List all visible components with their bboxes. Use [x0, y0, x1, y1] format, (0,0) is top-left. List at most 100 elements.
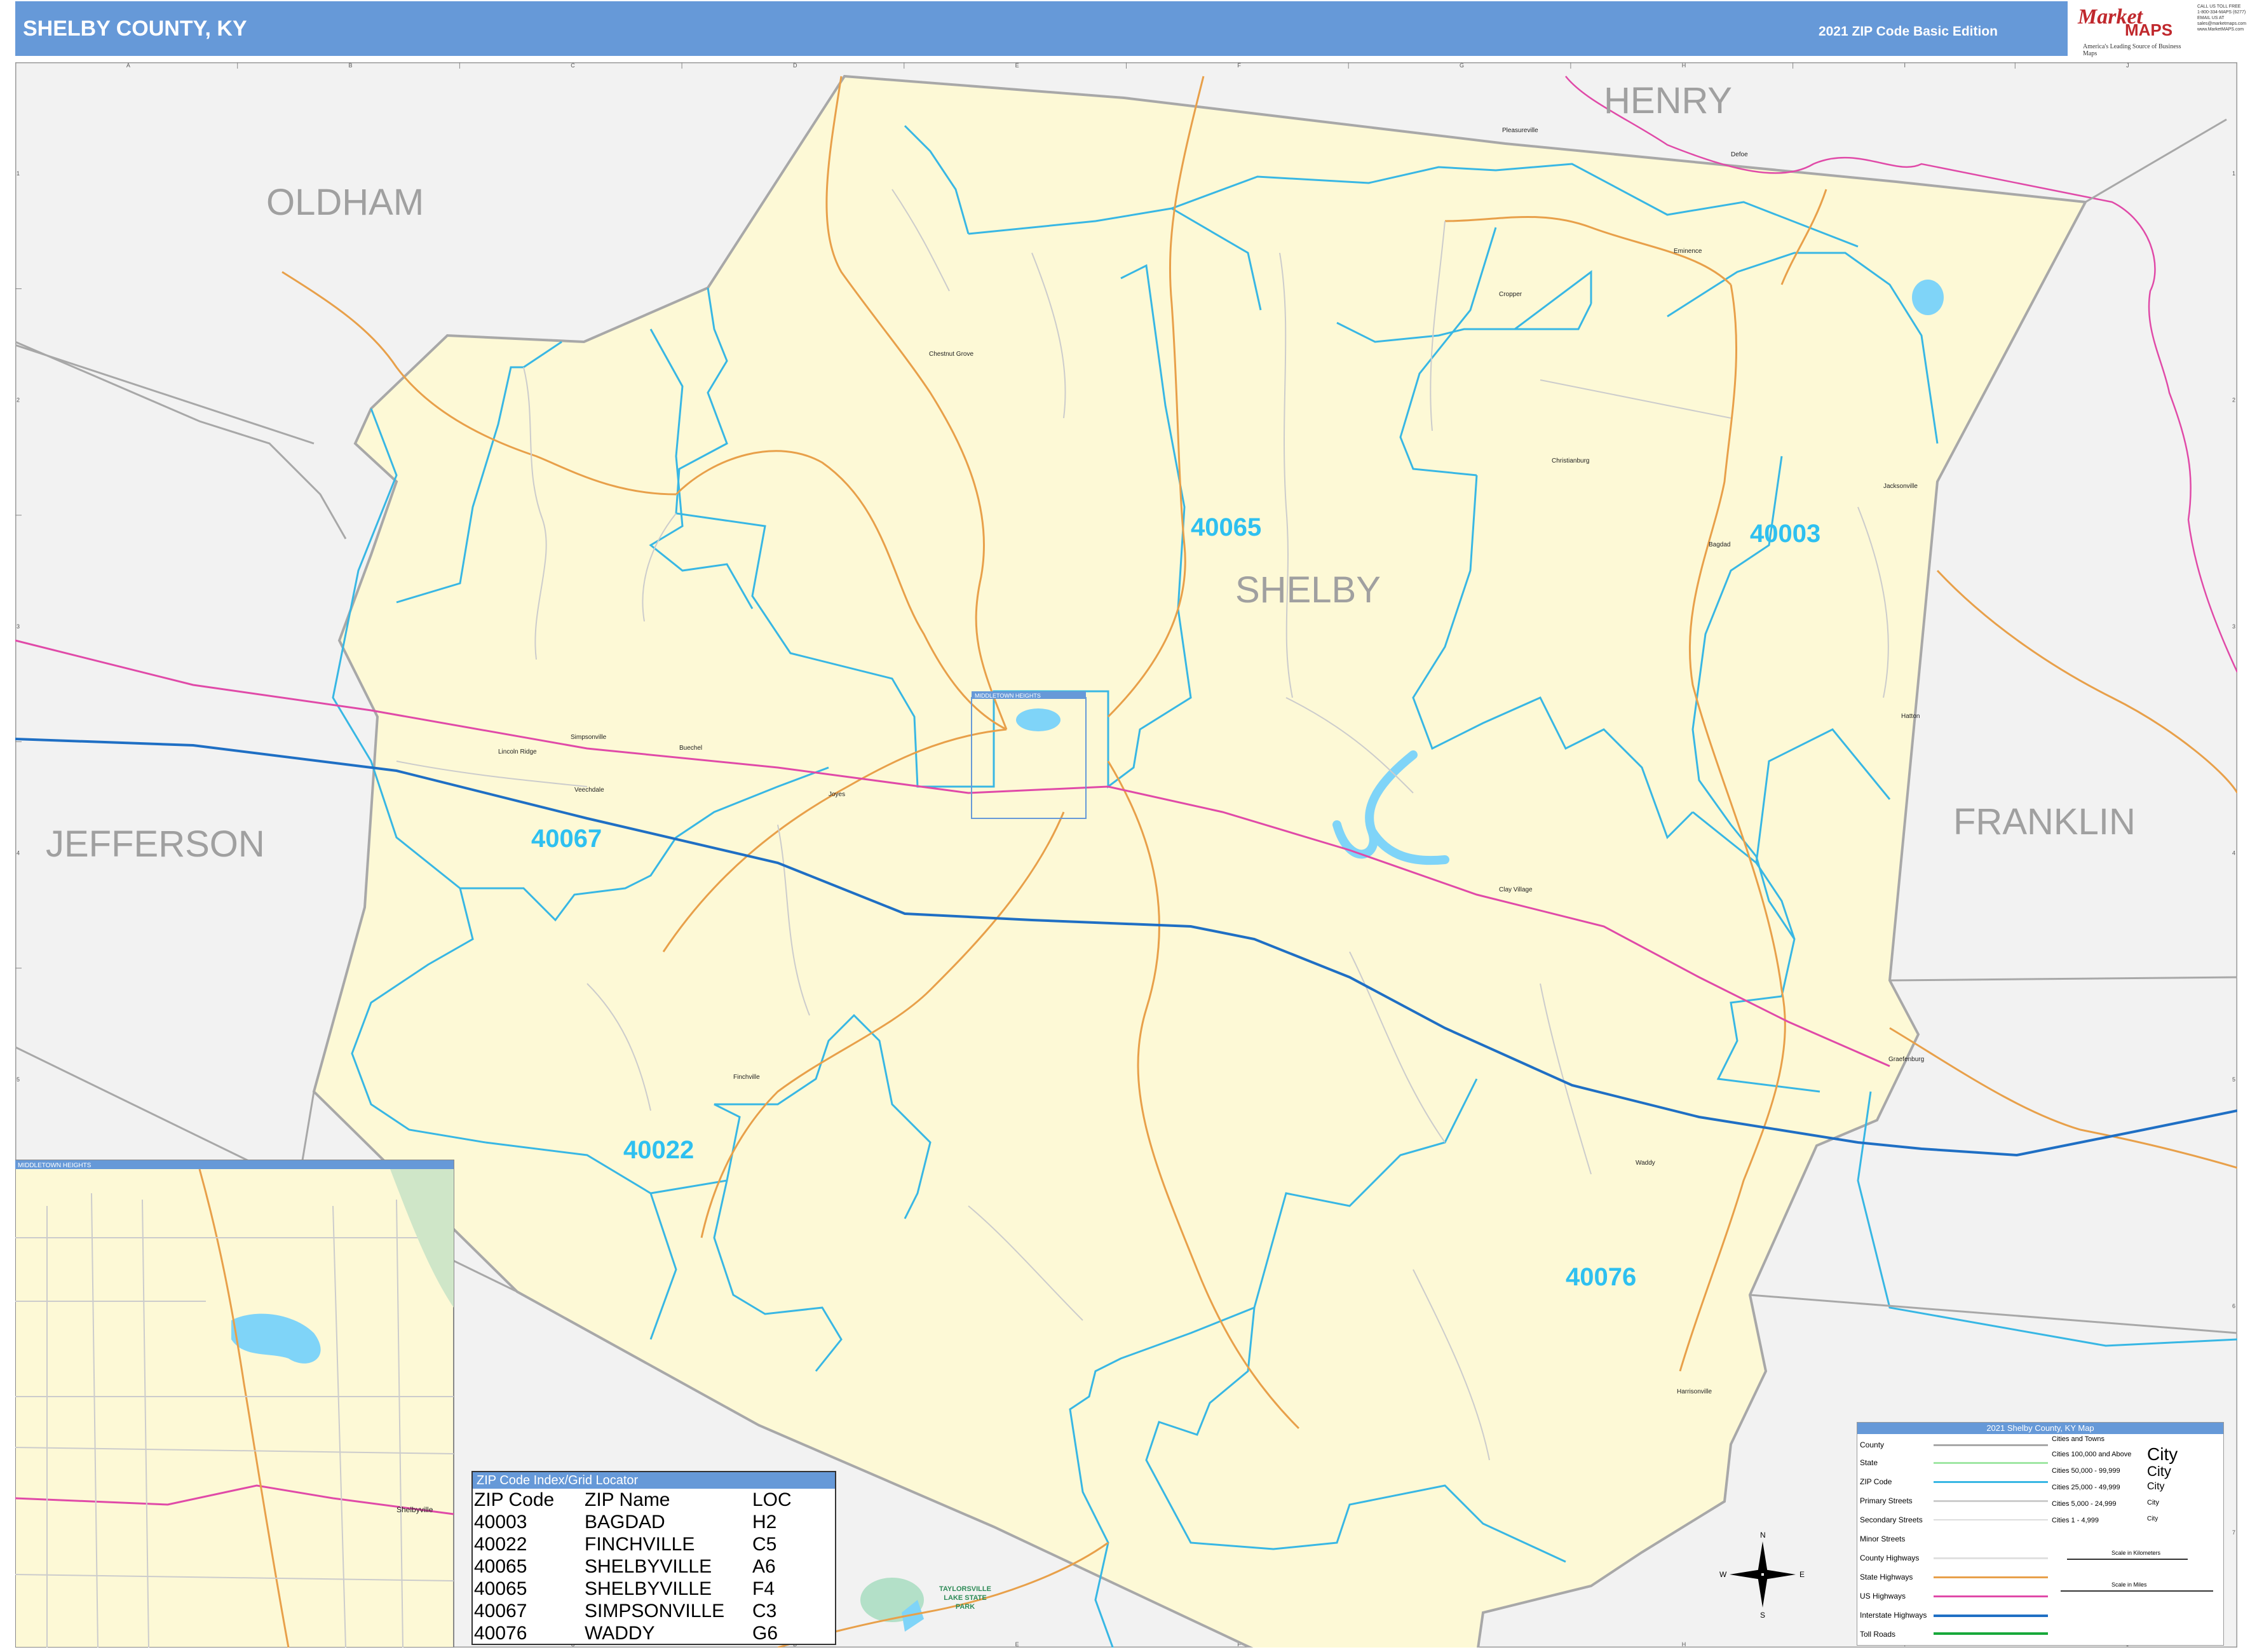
contact-line: EMAIL US AT	[2197, 16, 2225, 20]
map-legend: 2021 Shelby County, KY Map County State …	[1857, 1422, 2224, 1646]
legend-swatch-secondary	[1934, 1519, 2048, 1520]
grid-column-label: A	[126, 62, 130, 69]
grid-row-label: 3	[2232, 623, 2235, 630]
grid-column-label: E	[1015, 1641, 1019, 1648]
legend-item: County Highways	[1860, 1554, 1920, 1562]
contact-line: CALL US TOLL FREE	[2197, 4, 2241, 9]
grid-column-label: J	[2126, 62, 2129, 69]
legend-city-sample: City	[2147, 1515, 2159, 1522]
place-veechdale: Veechdale	[574, 787, 604, 794]
legend-cities-header: Cities and Towns	[2052, 1435, 2104, 1443]
grid-column-label: B	[349, 62, 353, 69]
legend-swatch-state-hwy	[1934, 1576, 2048, 1578]
legend-swatch-toll	[1934, 1632, 2048, 1635]
place-joyes: Joyes	[829, 791, 845, 798]
grid-column-label: H	[1682, 1641, 1686, 1648]
zip-index-grid: ZIP Code ZIP Name LOC 40003 BAGDAD H2 4002…	[474, 1489, 794, 1644]
legend-item: State	[1860, 1458, 1878, 1467]
grid-column-label: H	[1682, 62, 1686, 69]
grid-column-label: F	[1237, 62, 1241, 69]
zip-index-header: ZIP Code	[474, 1489, 555, 1510]
place-pleasureville: Pleasureville	[1502, 127, 1538, 134]
legend-item: County	[1860, 1440, 1885, 1449]
legend-scale-bar-mi	[2061, 1590, 2213, 1592]
legend-city-sample: City	[2147, 1463, 2171, 1479]
park-label-line: PARK	[956, 1603, 975, 1611]
table-row: 40003 BAGDAD H2	[474, 1511, 794, 1533]
legend-city-sample: City	[2147, 1444, 2178, 1464]
compass-s: S	[1760, 1611, 1765, 1620]
logo-subtag: America's Leading Source of Business Map…	[2083, 43, 2181, 57]
legend-city-tier: Cities 25,000 - 49,999	[2052, 1484, 2120, 1491]
zip-loc-cell: C3	[752, 1601, 777, 1622]
inset-background	[15, 1160, 454, 1648]
place-lincoln-ridge: Lincoln Ridge	[498, 748, 537, 755]
zip-code-cell: 40065	[474, 1556, 527, 1577]
table-row: 40067 SIMPSONVILLE C3	[474, 1600, 794, 1622]
legend-swatch-primary	[1934, 1500, 2048, 1502]
grid-row-label: 6	[2232, 1303, 2235, 1309]
zip-loc-cell: A6	[752, 1556, 776, 1577]
place-defoe: Defoe	[1731, 151, 1748, 158]
grid-row-label: 5	[17, 1076, 20, 1083]
county-map[interactable]: AABBCCDDEEFFGGHHIIJJ 11223344556677	[15, 62, 2237, 1648]
place-jacksonville: Jacksonville	[1883, 483, 1918, 490]
zip-index-header: ZIP Name	[585, 1489, 670, 1510]
compass-w: W	[1719, 1570, 1727, 1579]
zip-loc-cell: F4	[752, 1578, 775, 1599]
compass-e: E	[1799, 1570, 1805, 1579]
zip-loc-cell: G6	[752, 1623, 778, 1644]
zip-label-40065: 40065	[1191, 513, 1261, 541]
inset-frame-label: MIDDLETOWN HEIGHTS	[975, 693, 1041, 699]
legend-item: ZIP Code	[1860, 1477, 1892, 1486]
place-finchville: Finchville	[733, 1074, 760, 1081]
compass-n: N	[1760, 1531, 1766, 1540]
zip-label-40067: 40067	[531, 825, 602, 853]
legend-item: Interstate Highways	[1860, 1611, 1927, 1620]
place-chestnut-grove: Chestnut Grove	[929, 351, 973, 358]
zip-name-cell: WADDY	[585, 1623, 655, 1644]
legend-title: 2021 Shelby County, KY Map	[1857, 1423, 2223, 1434]
zip-name-cell: BAGDAD	[585, 1512, 665, 1533]
lake	[1912, 280, 1944, 315]
legend-item: Secondary Streets	[1860, 1515, 1923, 1524]
county-label-jefferson: JEFFERSON	[46, 823, 265, 865]
zip-code-cell: 40003	[474, 1512, 527, 1533]
grid-row-label: 4	[17, 850, 20, 856]
county-label-henry: HENRY	[1604, 80, 1732, 121]
legend-scale-km: Scale in Kilometers	[2111, 1550, 2161, 1556]
contact-info: CALL US TOLL FREE 1-800-334-MAPS (6277) …	[2197, 4, 2248, 52]
grid-column-label: D	[793, 62, 797, 69]
grid-column-label: G	[1460, 62, 1464, 69]
legend-item: Toll Roads	[1860, 1630, 1896, 1639]
grid-row-label: 7	[2232, 1529, 2235, 1536]
zip-label-40022: 40022	[623, 1136, 694, 1164]
park-label-line: TAYLORSVILLE	[939, 1585, 991, 1593]
county-label-oldham: OLDHAM	[266, 182, 424, 223]
logo-caps: MAPS	[2125, 20, 2173, 39]
zip-name-cell: SIMPSONVILLE	[585, 1601, 725, 1622]
place-christianburg: Christianburg	[1552, 457, 1589, 464]
zip-code-cell: 40067	[474, 1601, 527, 1622]
grid-row-label: 5	[2232, 1076, 2235, 1083]
legend-city-tier: Cities 5,000 - 24,999	[2052, 1500, 2117, 1508]
grid-column-label: C	[571, 62, 575, 69]
place-buechel: Buechel	[679, 745, 702, 752]
zip-code-cell: 40022	[474, 1534, 527, 1555]
lake	[1016, 708, 1061, 731]
zip-index-title: ZIP Code Index/Grid Locator	[473, 1472, 835, 1489]
legend-city-sample: City	[2147, 1499, 2159, 1506]
legend-item: State Highways	[1860, 1573, 1913, 1581]
contact-line: www.MarketMAPS.com	[2197, 27, 2244, 32]
legend-item: Minor Streets	[1860, 1534, 1906, 1543]
county-label-franklin: FRANKLIN	[1953, 801, 2136, 843]
place-harrisonville: Harrisonville	[1677, 1388, 1712, 1395]
zip-label-40076: 40076	[1566, 1263, 1636, 1291]
place-eminence: Eminence	[1674, 248, 1702, 255]
legend-item: US Highways	[1860, 1592, 1906, 1601]
table-row: 40065 SHELBYVILLE A6	[474, 1555, 794, 1578]
place-graefenburg: Graefenburg	[1888, 1056, 1924, 1063]
county-label-shelby: SHELBY	[1235, 569, 1381, 611]
legend-swatch-zip	[1934, 1481, 2048, 1483]
inset-map[interactable]: MIDDLETOWN HEIGHTS Shelbyville	[15, 1160, 454, 1648]
